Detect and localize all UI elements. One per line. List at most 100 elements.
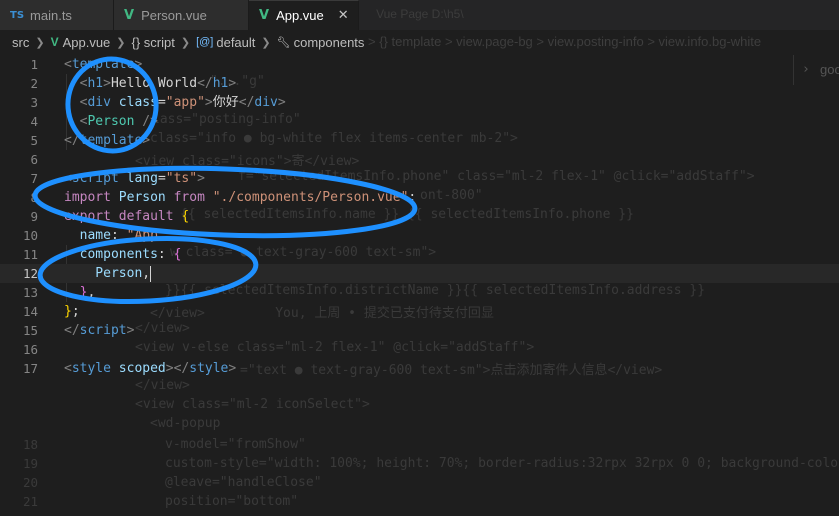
code-line[interactable]: 17 <style scoped></style> xyxy=(0,359,839,378)
code-line[interactable]: 6 xyxy=(0,150,839,169)
code-text: <script lang="ts"> xyxy=(64,169,205,188)
code-line[interactable]: 8 import Person from "./components/Person… xyxy=(0,188,839,207)
code-token: template xyxy=(79,133,143,148)
code-token: </ xyxy=(197,76,213,91)
code-token: < xyxy=(64,171,72,186)
code-line[interactable]: 3 <div class="app">你好</div> xyxy=(0,93,839,112)
code-line[interactable]: 11 components: { xyxy=(0,245,839,264)
code-token: class xyxy=(118,95,158,110)
code-token: import xyxy=(64,190,111,205)
code-token: script xyxy=(79,323,127,338)
tab-app-vue[interactable]: V App.vue ✕ xyxy=(249,0,359,30)
breadcrumb-item-file[interactable]: App.vue xyxy=(63,35,111,50)
line-number: 13 xyxy=(22,285,38,300)
line-number: 8 xyxy=(30,190,38,205)
code-token: < xyxy=(64,57,72,72)
code-line[interactable]: 4 <Person /> xyxy=(0,112,839,131)
close-icon[interactable]: ✕ xyxy=(338,8,349,23)
code-token: < xyxy=(64,361,72,376)
breadcrumb-item-script[interactable]: {} script xyxy=(132,35,175,50)
ghost-code: <view class="ml-2 iconSelect"> xyxy=(135,397,370,412)
code-line[interactable]: 1 <template> xyxy=(0,55,839,74)
line-number: 11 xyxy=(22,247,38,262)
code-token: script xyxy=(71,171,119,186)
code-token: Person xyxy=(87,114,135,129)
code-token: components xyxy=(64,247,158,262)
code-line[interactable]: 13 }, xyxy=(0,283,839,302)
code-token: div xyxy=(254,95,278,110)
code-token: > xyxy=(126,323,135,338)
ghost-code-line: 20 @leave="handleClose" xyxy=(22,475,322,490)
code-text: export default { xyxy=(64,207,189,226)
line-number: 17 xyxy=(22,361,38,376)
code-token: Hello World xyxy=(110,76,198,91)
code-token: 你好 xyxy=(212,95,239,110)
code-token: div xyxy=(87,95,111,110)
ghost-breadcrumb: > {} template > view.page-bg > view.post… xyxy=(368,34,762,49)
code-token: name xyxy=(64,228,111,243)
chevron-right-icon: ❯ xyxy=(261,36,271,49)
line-number: 9 xyxy=(30,209,38,224)
line-number: 4 xyxy=(30,114,38,129)
ghost-code-line: 21 position="bottom" xyxy=(22,494,299,509)
code-token: > xyxy=(204,95,213,110)
breadcrumb-item-default[interactable]: default xyxy=(216,35,255,50)
code-line[interactable]: 5 </template> xyxy=(0,131,839,150)
line-number: 16 xyxy=(22,342,38,357)
code-token: Person xyxy=(64,266,143,281)
code-text: </template> xyxy=(64,131,150,150)
vue-icon: V xyxy=(259,8,270,23)
code-text: <template> xyxy=(64,55,142,74)
tab-person-vue[interactable]: V Person.vue xyxy=(114,0,249,30)
breadcrumb-item-components[interactable]: components xyxy=(294,35,365,50)
line-number: 5 xyxy=(30,133,38,148)
code-token: > xyxy=(277,95,286,110)
code-text: <h1>Hello World</h1> xyxy=(64,74,237,93)
code-line[interactable]: 16 xyxy=(0,340,839,359)
line-number: 1 xyxy=(30,57,38,72)
code-text: <Person /> xyxy=(64,112,158,131)
code-token: : xyxy=(157,247,174,262)
line-number: 7 xyxy=(30,171,38,186)
breadcrumb-item-src[interactable]: src xyxy=(12,35,29,50)
line-number: 2 xyxy=(30,76,38,91)
code-token: > xyxy=(197,171,205,186)
tab-label: main.ts xyxy=(30,7,72,23)
line-number: 3 xyxy=(30,95,38,110)
line-number: 14 xyxy=(22,304,38,319)
code-line[interactable]: 9 export default { xyxy=(0,207,839,226)
code-token: "./components/Person.vue" xyxy=(212,190,409,205)
code-line[interactable]: 15 </script> xyxy=(0,321,839,340)
tab-label: Person.vue xyxy=(141,7,207,23)
code-text: }, xyxy=(64,283,96,302)
code-text: }; xyxy=(64,302,80,321)
tab-main-ts[interactable]: TS main.ts xyxy=(0,0,114,30)
code-token: } xyxy=(64,304,72,319)
chevron-right-icon: ❯ xyxy=(116,36,126,49)
ghost-code-line: 19 custom-style="width: 100%; height: 70%… xyxy=(22,456,839,471)
code-editor[interactable]: "..."g" lass="posting-info" class="info … xyxy=(0,55,839,516)
code-token: /> xyxy=(134,114,158,129)
code-line[interactable]: 7 <script lang="ts"> xyxy=(0,169,839,188)
chevron-right-icon: ❯ xyxy=(35,36,45,49)
code-line[interactable]: 12 Person, xyxy=(0,264,839,283)
code-line[interactable]: 14}; xyxy=(0,302,839,321)
code-token: > xyxy=(165,361,174,376)
typescript-icon: TS xyxy=(10,9,25,21)
code-text: <div class="app">你好</div> xyxy=(64,93,286,112)
code-token: < xyxy=(64,95,88,110)
chevron-right-icon: ❯ xyxy=(180,36,191,49)
breadcrumb: src ❯ V App.vue ❯ {} script ❯ [@] defaul… xyxy=(0,31,839,53)
code-token: = xyxy=(157,95,166,110)
tab-bar: mill.vue OrderList.vue Vue Page D:\h5\ T… xyxy=(0,0,839,31)
code-token: h1 xyxy=(87,76,104,91)
code-line[interactable]: 2 <h1>Hello World</h1> xyxy=(0,74,839,93)
code-token: , xyxy=(165,228,174,243)
code-token: from xyxy=(173,190,205,205)
code-text: import Person from "./components/Person.… xyxy=(64,188,416,207)
code-line[interactable]: 10 name: "App", xyxy=(0,226,839,245)
code-text: <style scoped></style> xyxy=(64,359,236,378)
